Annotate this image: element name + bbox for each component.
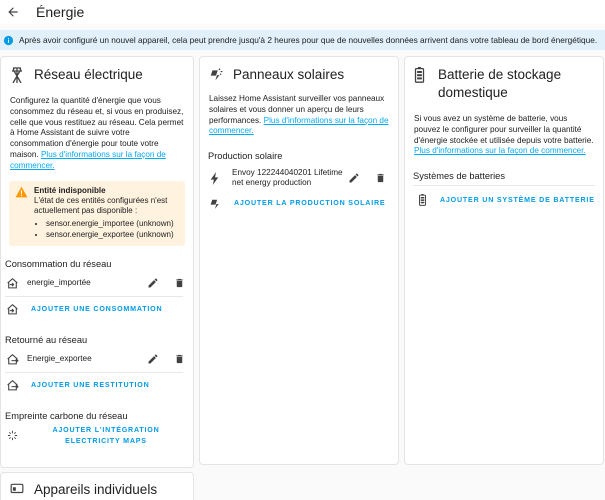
edit-consumption-button[interactable]	[143, 273, 163, 293]
page-title: Énergie	[36, 4, 85, 20]
add-return-button[interactable]: Ajouter une restitution	[31, 381, 150, 389]
warning-entity-item: sensor.energie_exportee (unknown)	[46, 229, 179, 240]
solar-card-title: Panneaux solaires	[233, 67, 345, 82]
divider	[5, 295, 183, 297]
trash-icon	[175, 278, 183, 287]
grid-return-title: Retourné au réseau	[5, 334, 88, 345]
add-carbon-row[interactable]: Ajouter l'intégration Electricity Maps	[1, 423, 193, 449]
battery-icon	[415, 193, 429, 207]
transmission-tower-icon	[10, 67, 24, 83]
grid-return-entity: Energie_exportee	[27, 353, 92, 363]
grid-consumption-title: Consommation du réseau	[5, 258, 112, 269]
devices-card-header: Appareils individuels	[1, 473, 193, 499]
warning-content: Entité indisponible L'état de ces entité…	[34, 186, 179, 240]
grid-consumption-row: energie_importée	[1, 272, 193, 294]
warning-entity-list: sensor.energie_importee (unknown) sensor…	[34, 218, 179, 240]
add-battery-row[interactable]: Ajouter un système de batterie	[405, 189, 603, 211]
add-return-row[interactable]: Ajouter une restitution	[1, 374, 193, 396]
battery-card-header: Batterie de stockage domestique	[405, 57, 603, 102]
solar-card-header: Panneaux solaires	[200, 57, 398, 84]
grid-card-title: Réseau électrique	[34, 67, 143, 82]
solar-power-icon	[208, 196, 222, 210]
warning-entity-item: sensor.energie_importee (unknown)	[46, 218, 179, 229]
grid-card-header: Réseau électrique	[1, 57, 193, 84]
solar-production-title: Production solaire	[208, 151, 283, 162]
warning-title: Entité indisponible	[34, 185, 106, 195]
grid-card: Réseau électrique Configurez la quantité…	[0, 56, 194, 468]
trash-icon	[175, 354, 183, 363]
devices-card: Appareils individuels	[0, 472, 194, 500]
add-solar-production-button[interactable]: Ajouter la production solaire	[234, 199, 385, 207]
battery-card: Batterie de stockage domestique Si vous …	[404, 56, 604, 465]
solar-card: Panneaux solaires Laissez Home Assistant…	[199, 56, 399, 465]
home-export-icon	[5, 352, 19, 366]
solar-production-row: Envoy 122244040201 Lifetime net energy p…	[200, 164, 398, 192]
arrow-left-icon	[8, 7, 18, 17]
battery-card-title: Batterie de stockage domestique	[438, 67, 562, 100]
delete-return-button[interactable]	[169, 349, 189, 369]
carbon-sparkle-icon	[5, 429, 19, 443]
edit-solar-button[interactable]	[344, 168, 364, 188]
delete-solar-button[interactable]	[370, 168, 390, 188]
pencil-icon	[349, 173, 359, 183]
battery-description: Si vous avez un système de batterie, vou…	[414, 114, 594, 156]
top-app-bar: Énergie	[0, 0, 605, 24]
trash-icon	[376, 174, 384, 183]
battery-systems-title: Systèmes de batteries	[413, 171, 505, 182]
home-import-icon	[5, 302, 19, 316]
unavailable-entity-warning: Entité indisponible L'état de ces entité…	[9, 180, 185, 246]
add-consumption-button[interactable]: Ajouter une consommation	[31, 305, 162, 313]
add-consumption-row[interactable]: Ajouter une consommation	[1, 298, 193, 320]
solar-description: Laissez Home Assistant surveiller vos pa…	[209, 94, 389, 136]
devices-card-title: Appareils individuels	[34, 482, 158, 497]
info-banner-text: Après avoir configuré un nouvel appareil…	[19, 35, 598, 45]
info-banner: Après avoir configuré un nouvel appareil…	[0, 30, 605, 50]
battery-learn-more-link[interactable]: Plus d'informations sur la façon de comm…	[414, 146, 586, 155]
monitor-icon	[10, 482, 24, 498]
divider	[5, 371, 183, 373]
edit-return-button[interactable]	[143, 349, 163, 369]
battery-icon	[414, 67, 428, 83]
grid-return-row: Energie_exportee	[1, 348, 193, 370]
back-button[interactable]	[3, 2, 23, 22]
solar-production-entity: Envoy 122244040201 Lifetime net energy p…	[232, 168, 343, 188]
add-battery-system-button[interactable]: Ajouter un système de batterie	[440, 196, 595, 204]
carbon-footprint-title: Empreinte carbone du réseau	[5, 410, 128, 421]
add-solar-row[interactable]: Ajouter la production solaire	[200, 192, 398, 214]
warning-text: L'état de ces entités configurées n'est …	[34, 195, 168, 216]
info-icon	[3, 35, 14, 46]
pencil-icon	[148, 354, 158, 364]
home-import-icon	[5, 276, 19, 290]
alert-icon	[15, 186, 28, 240]
home-export-icon	[5, 378, 19, 392]
pencil-icon	[148, 278, 158, 288]
divider	[413, 185, 595, 187]
add-electricity-maps-button[interactable]: Ajouter l'intégration Electricity Maps	[31, 425, 181, 446]
grid-description: Configurez la quantité d'énergie que vou…	[10, 96, 184, 170]
solar-power-icon	[209, 67, 223, 83]
lightning-bolt-icon	[208, 171, 222, 185]
delete-consumption-button[interactable]	[169, 273, 189, 293]
grid-consumption-entity: energie_importée	[27, 277, 91, 287]
